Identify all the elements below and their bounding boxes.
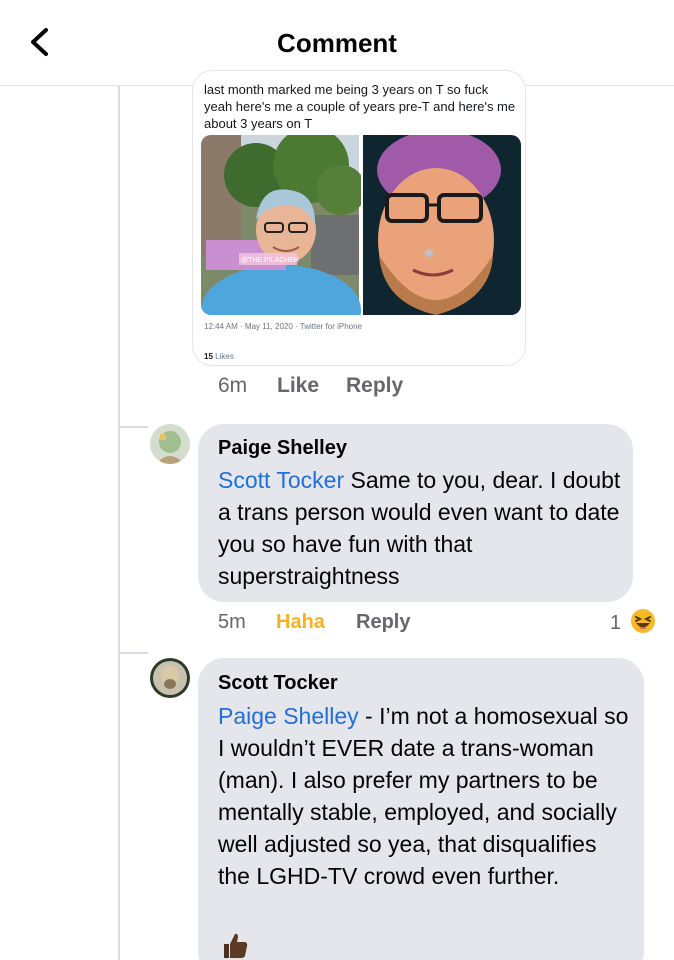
tweet-likes-count: 15 [204,352,213,361]
thread-line [118,86,120,960]
page-title: Comment [277,28,397,58]
tweet-photos: @THE.PILACHER [201,135,521,315]
comment-author[interactable]: Paige Shelley [218,437,347,460]
avatar-image [150,658,190,698]
photo-watermark: @THE.PILACHER [241,257,299,264]
comment-bubble: Paige Shelley Scott Tocker Same to you, … [198,424,633,602]
mention-link[interactable]: Paige Shelley [218,703,359,729]
comment-image-attachment[interactable]: last month marked me being 3 years on T … [192,70,526,366]
comment-body: - I’m not a homosexual so I wouldn’t EVE… [218,703,629,889]
tweet-likes-label: Likes [215,352,234,361]
comment-bubble: Scott Tocker Paige Shelley - I’m not a h… [198,658,644,960]
reaction-count: 1 [610,612,622,634]
reply-button[interactable]: Reply [346,374,403,398]
comment-actions: 5m Haha Reply [218,611,648,637]
comment-author[interactable]: Scott Tocker [218,672,338,695]
tweet-text: last month marked me being 3 years on T … [204,82,516,131]
laugh-icon [631,609,655,633]
haha-reaction-button[interactable]: Haha [276,611,325,634]
tweet-meta: 12:44 AM · May 11, 2020 · Twitter for iP… [204,322,363,331]
comment-text: Paige Shelley - I’m not a homosexual so … [218,700,633,892]
like-button[interactable]: Like [277,374,319,398]
tweet-likes: 15 Likes [204,352,234,361]
comment-text: Scott Tocker Same to you, dear. I doubt … [218,464,623,592]
avatar[interactable] [150,424,190,464]
thumbs-up-icon [220,930,250,960]
laugh-reaction-icon[interactable] [630,608,656,634]
comment-time: 5m [218,611,246,633]
mention-link[interactable]: Scott Tocker [218,467,344,493]
thread-connector [118,426,148,428]
avatar-image [150,424,190,464]
reply-button[interactable]: Reply [356,611,410,634]
before-after-photo: @THE.PILACHER [201,135,521,315]
comment-time: 6m [218,374,248,397]
avatar[interactable] [150,658,190,698]
thread-connector [118,652,148,654]
comment-actions: 6m Like Reply [218,374,518,400]
